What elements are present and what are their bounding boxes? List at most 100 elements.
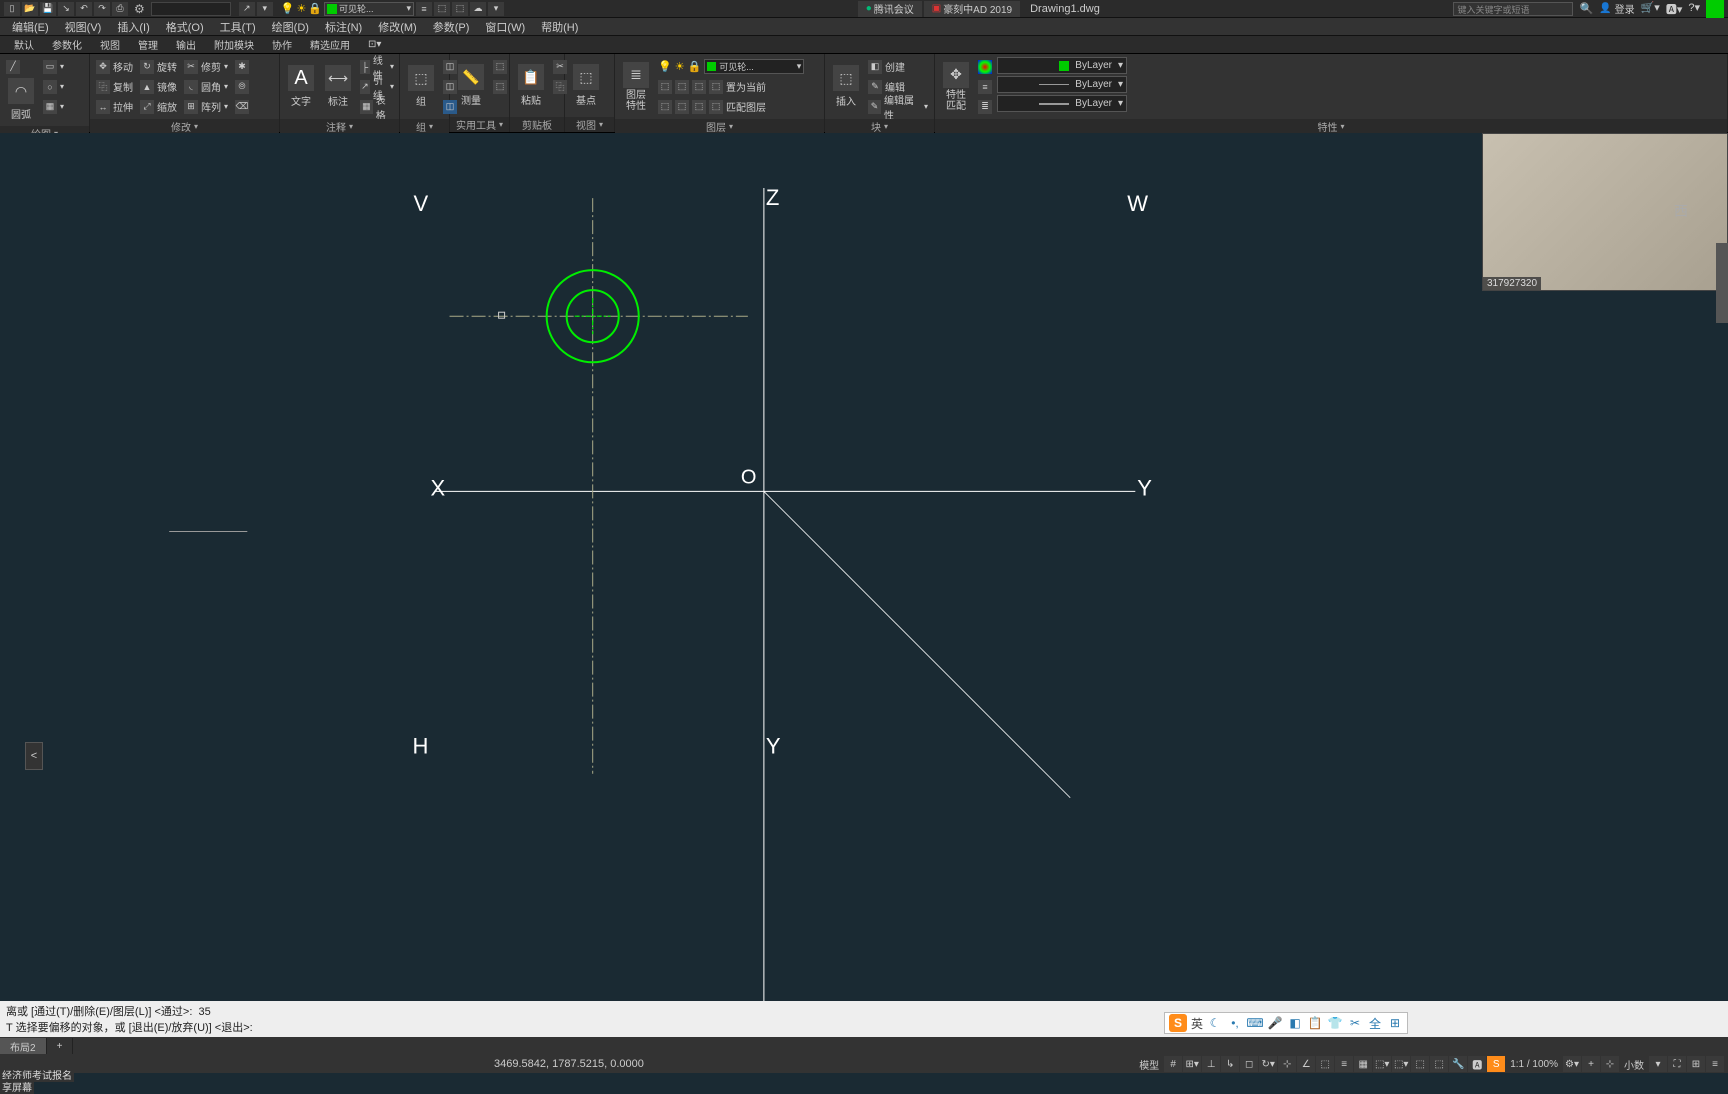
tab-featured[interactable]: 精选应用 [302,37,358,53]
draw-rect-button[interactable]: ▭▾ [41,57,66,76]
text-button[interactable]: A文字 [284,57,318,116]
li6-icon[interactable]: ⬚ [675,100,689,114]
move-button[interactable]: ✥移动 [94,57,135,76]
table-button[interactable]: ▦表格 [358,97,396,116]
ime-toolbar[interactable]: S 英 ☾ •, ⌨ 🎤 ◧ 📋 👕 ✂ 全 ⊞ [1164,1012,1408,1034]
wrench-icon[interactable]: 🔧 [1449,1056,1467,1072]
grid-toggle-icon[interactable]: # [1164,1056,1182,1072]
set-current-button[interactable]: 置为当前 [726,79,766,94]
tab-view[interactable]: 视图 [92,37,128,53]
menu-param[interactable]: 参数(P) [427,19,476,35]
qat-layer3-icon[interactable]: ⬚ [452,2,468,16]
sb-menu-icon[interactable]: ≡ [1706,1056,1724,1072]
qat-share-icon[interactable]: ↗ [239,2,255,16]
menu-format[interactable]: 格式(O) [160,19,210,35]
measure-button[interactable]: 📏测量 [454,57,488,114]
tab-param[interactable]: 参数化 [44,37,90,53]
qat-saveas-icon[interactable]: ↘ [58,2,74,16]
panel-util-title[interactable]: 实用工具▾ [450,117,509,132]
qat-search-input[interactable] [151,2,231,16]
help-icon[interactable]: ?▾ [1688,1,1700,17]
linetype-dropdown[interactable]: ByLayer▾ [997,76,1127,93]
panel-annot-title[interactable]: 注释▾ [280,119,399,134]
login-button[interactable]: 👤 登录 [1599,1,1634,16]
sogou-status-icon[interactable]: S [1487,1056,1505,1072]
qat-new-icon[interactable]: ▯ [4,2,20,16]
color-wheel-button[interactable] [976,57,994,76]
qat-save-icon[interactable]: 💾 [40,2,56,16]
camera-thumbnail[interactable]: 317927320 [1482,133,1728,291]
ime-cut-icon[interactable]: ✂ [1347,1015,1363,1031]
bulb-icon[interactable]: 💡 [281,2,295,15]
explode-button[interactable]: ✱ [233,57,251,76]
util2-button[interactable]: ⬚ [491,77,509,96]
tab-addons[interactable]: 附加模块 [206,37,262,53]
tab-collab[interactable]: 协作 [264,37,300,53]
qat-layer-icon[interactable]: ≡ [416,2,432,16]
sb7-icon[interactable]: ⬚▾ [1373,1056,1391,1072]
sb10-icon[interactable]: ⬚ [1430,1056,1448,1072]
rotate-button[interactable]: ↻旋转 [138,57,179,76]
menu-tools[interactable]: 工具(T) [214,19,262,35]
nav-bar[interactable] [1716,243,1728,323]
stretch-button[interactable]: ↔拉伸 [94,97,135,116]
qat-dd-icon[interactable]: ▾ [257,2,273,16]
mirror-button[interactable]: ▲镜像 [138,77,179,96]
cart-icon[interactable]: 🛒▾ [1641,1,1660,17]
command-window[interactable]: 离或 [通过(T)/删除(E)/图层(L)] <通过>: 35 T 选择要偏移的… [0,1001,1728,1037]
li4-icon[interactable]: ⬚ [709,80,723,94]
osnap3d-icon[interactable]: ↻▾ [1259,1056,1277,1072]
ime-punct-icon[interactable]: •, [1227,1015,1243,1031]
panel-group-title[interactable]: 组▾ [400,119,449,134]
ime-shirt-icon[interactable]: 👕 [1327,1015,1343,1031]
qat-dd2-icon[interactable]: ▾ [488,2,504,16]
linetype-icon-button[interactable]: ≡ [976,77,994,96]
osnap-toggle-icon[interactable]: ◻ [1240,1056,1258,1072]
anno-icon[interactable]: 🅰 [1468,1056,1486,1072]
li2-icon[interactable]: ⬚ [675,80,689,94]
layout-tab-add[interactable]: + [47,1038,74,1054]
color-dropdown[interactable]: ByLayer▾ [997,57,1127,74]
insert-button[interactable]: ⬚插入 [829,57,863,116]
sb-dd-icon[interactable]: ▾ [1649,1056,1667,1072]
lw-icon[interactable]: ∠ [1297,1056,1315,1072]
panel-layer-title[interactable]: 图层▾ [615,119,824,134]
tab-more-icon[interactable]: ⊡▾ [360,37,389,53]
snap-toggle-icon[interactable]: ⊞▾ [1183,1056,1201,1072]
menu-insert[interactable]: 插入(I) [111,19,155,35]
dyn-icon[interactable]: ⊹ [1278,1056,1296,1072]
sun-icon[interactable]: ☀ [296,2,306,15]
sel-icon[interactable]: ▦ [1354,1056,1372,1072]
block-create-button[interactable]: ◧创建 [866,57,930,76]
layer-props-button[interactable]: ≣图层 特性 [619,57,653,116]
doc-tab-meeting[interactable]: ●腾讯会议 [858,1,922,17]
panel-modify-title[interactable]: 修改▾ [90,119,279,134]
sb8-icon[interactable]: ⬚▾ [1392,1056,1410,1072]
status-model[interactable]: 模型 [1135,1057,1163,1072]
doc-tab-app[interactable]: ▣豪刻中AD 2019 [924,1,1020,17]
group-button[interactable]: ⬚组 [404,57,438,116]
status-scale[interactable]: 1:1 / 100% [1506,1059,1562,1070]
ime-clip-icon[interactable]: 📋 [1307,1015,1323,1031]
qat-layer2-icon[interactable]: ⬚ [434,2,450,16]
tab-default[interactable]: 默认 [6,37,42,53]
lineweight-dropdown[interactable]: ByLayer▾ [997,95,1127,112]
draw-circle-button[interactable]: ○▾ [41,77,66,96]
ortho-toggle-icon[interactable]: ⊥ [1202,1056,1220,1072]
dim-button[interactable]: ⟷标注 [321,57,355,116]
li7-icon[interactable]: ⬚ [692,100,706,114]
panel-view-title[interactable]: 视图▾ [565,117,614,132]
li3-icon[interactable]: ⬚ [692,80,706,94]
polar-toggle-icon[interactable]: ↳ [1221,1056,1239,1072]
tab-output[interactable]: 输出 [168,37,204,53]
copy-button[interactable]: ⿻复制 [94,77,135,96]
panel-clip-title[interactable]: 剪贴板 [510,117,564,132]
draw-hatch-button[interactable]: ▦▾ [41,97,66,116]
ime-kb-icon[interactable]: ⌨ [1247,1015,1263,1031]
gear-icon[interactable]: ⚙ [134,2,145,16]
li5-icon[interactable]: ⬚ [658,100,672,114]
drawing-area[interactable]: V Z W X O Y Y H 317927320 西 [0,133,1728,1019]
draw-arc-button[interactable]: ◠ 圆弧 [4,76,38,123]
layer-dd-row[interactable]: 💡 ☀ 🔒 可见轮... ▾ [656,57,806,76]
block-editattr-button[interactable]: ✎编辑属性▾ [866,97,930,116]
